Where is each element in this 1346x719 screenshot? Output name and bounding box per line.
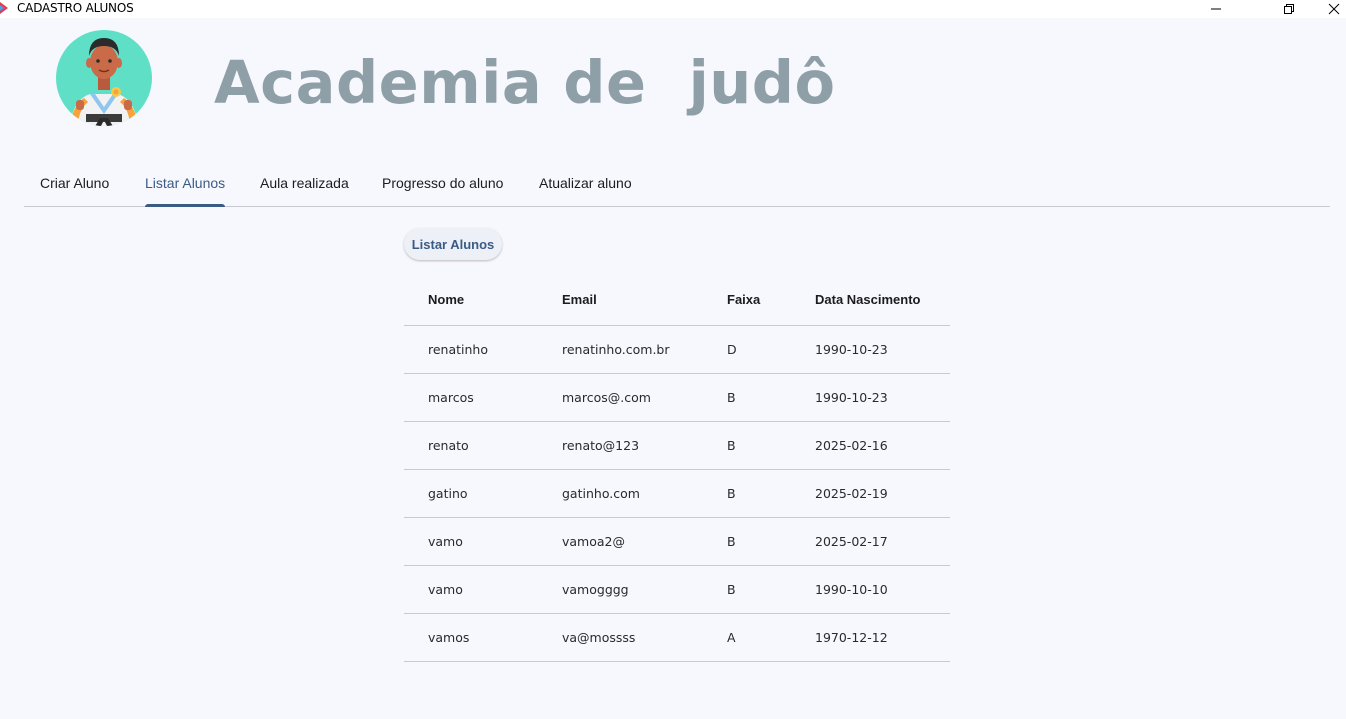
table-cell-email: renato@123 [562,438,640,453]
table-cell-data-nascimento: 2025-02-19 [815,486,888,501]
tab-bar: Criar Aluno Listar Alunos Aula realizada… [24,160,1330,207]
tab-listar-alunos[interactable]: Listar Alunos [145,160,226,207]
table-row[interactable]: vamo vamogggg B 1990-10-10 [404,566,950,614]
table-cell-nome: gatino [428,486,468,501]
listar-alunos-button[interactable]: Listar Alunos [404,228,502,260]
table-row[interactable]: vamo vamoa2@ B 2025-02-17 [404,518,950,566]
close-icon [1328,3,1340,15]
table-cell-faixa: B [727,582,736,597]
column-header-nome[interactable]: Nome [428,274,464,325]
table-cell-email: gatinho.com [562,486,640,501]
table-cell-data-nascimento: 1990-10-10 [815,582,888,597]
window-title-bar: CADASTRO ALUNOS [0,0,1346,18]
table-cell-faixa: D [727,342,737,357]
table-cell-data-nascimento: 2025-02-17 [815,534,888,549]
table-cell-nome: vamo [428,582,463,597]
table-cell-nome: renatinho [428,342,489,357]
tab-criar-aluno[interactable]: Criar Aluno [40,160,109,206]
table-cell-email: renatinho.com.br [562,342,670,357]
table-cell-nome: vamos [428,630,470,645]
table-cell-email: marcos@.com [562,390,651,405]
minimize-icon [1211,8,1221,10]
judoka-avatar [56,30,152,126]
table-row[interactable]: vamos va@mossss A 1970-12-12 [404,614,950,662]
table-cell-faixa: A [727,630,736,645]
table-cell-nome: marcos [428,390,474,405]
column-header-faixa[interactable]: Faixa [727,274,760,325]
table-cell-email: vamogggg [562,582,629,597]
column-header-data-nascimento[interactable]: Data Nascimento [815,274,920,325]
table-cell-faixa: B [727,486,736,501]
table-row[interactable]: marcos marcos@.com B 1990-10-23 [404,374,950,422]
column-header-email[interactable]: Email [562,274,597,325]
table-cell-data-nascimento: 1990-10-23 [815,390,888,405]
table-body: renatinho renatinho.com.br D 1990-10-23 marc… [404,326,950,662]
app-icon [0,2,8,14]
page-title: Academia de judô [214,48,836,117]
table-cell-data-nascimento: 1970-12-12 [815,630,888,645]
table-cell-faixa: B [727,438,736,453]
table-cell-faixa: B [727,390,736,405]
table-cell-faixa: B [727,534,736,549]
restore-icon [1284,4,1294,14]
students-table: Nome Email Faixa Data Nascimento renatin… [404,274,950,662]
table-cell-nome: vamo [428,534,463,549]
tab-atualizar-aluno[interactable]: Atualizar aluno [539,160,632,206]
window-title: CADASTRO ALUNOS [17,1,134,15]
table-cell-email: vamoa2@ [562,534,625,549]
table-cell-email: va@mossss [562,630,636,645]
minimize-button[interactable] [1193,0,1239,18]
table-cell-data-nascimento: 2025-02-16 [815,438,888,453]
close-button[interactable] [1311,0,1346,18]
table-cell-nome: renato [428,438,469,453]
table-header: Nome Email Faixa Data Nascimento [404,274,950,326]
restore-button[interactable] [1266,0,1312,18]
table-row[interactable]: renato renato@123 B 2025-02-16 [404,422,950,470]
tab-aula-realizada[interactable]: Aula realizada [260,160,349,206]
table-cell-data-nascimento: 1990-10-23 [815,342,888,357]
tab-progresso-do-aluno[interactable]: Progresso do aluno [382,160,503,206]
table-row[interactable]: gatino gatinho.com B 2025-02-19 [404,470,950,518]
table-row[interactable]: renatinho renatinho.com.br D 1990-10-23 [404,326,950,374]
